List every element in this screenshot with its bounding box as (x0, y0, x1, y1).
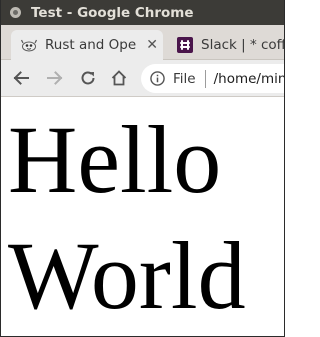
tab-title: Slack | * coff (201, 37, 285, 53)
address-bar[interactable]: File /home/min (141, 64, 284, 93)
window-title: Test - Google Chrome (31, 4, 194, 21)
home-icon (111, 70, 127, 86)
tab-rust-and-opengl[interactable]: Rust and Ope ✕ (11, 30, 163, 60)
arrow-right-icon (47, 71, 63, 85)
omnibox-divider (204, 69, 206, 88)
browser-window: Test - Google Chrome Rust and Ope ✕ Slac… (0, 0, 285, 337)
page-content: Hello World (1, 98, 284, 336)
page-heading-text: Hello World (8, 106, 246, 329)
tab-slack[interactable]: Slack | * coff (167, 30, 285, 60)
forward-button[interactable] (43, 66, 67, 90)
browser-toolbar: File /home/min (1, 60, 284, 97)
reload-icon (81, 71, 95, 85)
back-button[interactable] (9, 66, 33, 90)
home-button[interactable] (107, 66, 131, 90)
window-close-icon[interactable] (10, 7, 21, 18)
arrow-left-icon (13, 71, 29, 85)
tab-strip: Rust and Ope ✕ Slack | * coff (1, 25, 285, 77)
tab-title: Rust and Ope (45, 37, 137, 53)
reload-button[interactable] (76, 66, 100, 90)
ferris-crab-icon (21, 39, 37, 52)
tab-close-icon[interactable]: ✕ (143, 37, 158, 53)
title-bar: Test - Google Chrome (1, 0, 284, 25)
url-text[interactable]: /home/min (214, 71, 284, 87)
url-scheme-label: File (173, 70, 196, 87)
info-icon[interactable] (150, 71, 165, 86)
slack-icon (177, 37, 193, 53)
